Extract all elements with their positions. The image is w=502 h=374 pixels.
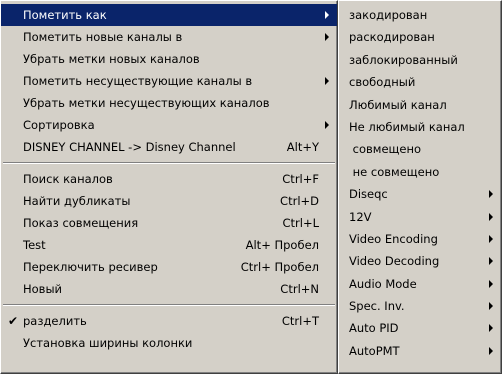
menu-item-label: Сортировка bbox=[23, 118, 95, 132]
submenu-item-label: Не любимый канал bbox=[349, 119, 465, 134]
menu-item-label: разделить bbox=[23, 314, 87, 328]
submenu-item-label: свободный bbox=[349, 75, 416, 90]
menu-item-label: Пометить новые каналы в bbox=[23, 30, 183, 44]
menu-item-label: Новый bbox=[23, 282, 63, 296]
menu-item-label: Test bbox=[23, 238, 46, 252]
menu-item-label: Найти дубликаты bbox=[23, 194, 131, 208]
submenu-item-label: раскодирован bbox=[349, 30, 435, 45]
submenu-item-6[interactable]: совмещено bbox=[339, 138, 501, 160]
submenu-item-13[interactable]: Spec. Inv. bbox=[339, 295, 501, 317]
menu-item-10[interactable]: Показ совмещения Ctrl+L bbox=[1, 212, 337, 234]
menu-item-4[interactable]: Убрать метки несуществующих каналов bbox=[1, 92, 337, 114]
menu-item-5[interactable]: Сортировка bbox=[1, 114, 337, 136]
menu-item-label: Пометить как bbox=[23, 8, 107, 22]
menu-item-16[interactable]: Установка ширины колонки bbox=[1, 332, 337, 354]
submenu-item-14[interactable]: Auto PID bbox=[339, 317, 501, 339]
submenu-arrow-icon bbox=[489, 346, 493, 355]
submenu-item-12[interactable]: Audio Mode bbox=[339, 273, 501, 295]
menu-item-label: Показ совмещения bbox=[23, 216, 139, 230]
submenu-arrow-icon bbox=[489, 257, 493, 266]
menu-item-label: Переключить ресивер bbox=[23, 260, 158, 274]
menu-item-shortcut: Ctrl+L bbox=[282, 216, 319, 230]
menu-item-shortcut: Alt+Y bbox=[286, 140, 319, 154]
submenu-item-7[interactable]: не совмещено bbox=[339, 161, 501, 183]
submenu-item-10[interactable]: Video Encoding bbox=[339, 228, 501, 250]
submenu-item-label: Diseqc bbox=[349, 187, 388, 202]
submenu-arrow-icon bbox=[489, 302, 493, 311]
submenu-item-label: Video Decoding bbox=[349, 254, 440, 269]
menu-item-15[interactable]: ✔ разделить Ctrl+T bbox=[1, 310, 337, 332]
submenu-item-3[interactable]: свободный bbox=[339, 71, 501, 93]
submenu-arrow-icon bbox=[489, 190, 493, 199]
submenu-item-label: закодирован bbox=[349, 8, 428, 22]
mark-as-submenu: закодирован раскодирован заблокированный св… bbox=[338, 0, 502, 374]
menu-item-shortcut: Ctrl+ Пробел bbox=[240, 260, 319, 274]
submenu-item-label: не совмещено bbox=[349, 164, 440, 179]
submenu-item-2[interactable]: заблокированный bbox=[339, 49, 501, 71]
menu-item-label: Убрать метки новых каналов bbox=[23, 52, 200, 66]
menu-item-13[interactable]: Новый Ctrl+N bbox=[1, 278, 337, 300]
submenu-item-5[interactable]: Не любимый канал bbox=[339, 116, 501, 138]
submenu-item-label: 12V bbox=[349, 209, 372, 224]
submenu-arrow-icon bbox=[325, 121, 329, 129]
menu-separator bbox=[3, 162, 335, 164]
submenu-item-15[interactable]: AutoPMT bbox=[339, 340, 501, 362]
submenu-arrow-icon bbox=[325, 11, 329, 19]
submenu-item-label: AutoPMT bbox=[349, 343, 400, 358]
menu-item-label: DISNEY CHANNEL -> Disney Channel bbox=[23, 140, 236, 154]
submenu-item-9[interactable]: 12V bbox=[339, 206, 501, 228]
submenu-arrow-icon bbox=[489, 234, 493, 243]
menu-item-shortcut: Ctrl+N bbox=[280, 282, 319, 296]
submenu-item-label: Любимый канал bbox=[349, 97, 447, 112]
submenu-arrow-icon bbox=[489, 279, 493, 288]
submenu-item-8[interactable]: Diseqc bbox=[339, 183, 501, 205]
submenu-arrow-icon bbox=[489, 324, 493, 333]
submenu-item-label: Auto PID bbox=[349, 321, 399, 336]
checkmark-icon: ✔ bbox=[7, 314, 19, 328]
submenu-arrow-icon bbox=[489, 212, 493, 221]
menu-separator bbox=[3, 304, 335, 306]
menu-item-9[interactable]: Найти дубликаты Ctrl+D bbox=[1, 190, 337, 212]
menu-item-label: Убрать метки несуществующих каналов bbox=[23, 96, 270, 110]
menu-item-0[interactable]: Пометить как bbox=[1, 4, 337, 26]
menu-item-shortcut: Ctrl+T bbox=[281, 314, 319, 328]
menu-item-11[interactable]: Test Alt+ Пробел bbox=[1, 234, 337, 256]
submenu-item-label: совмещено bbox=[349, 142, 422, 157]
menu-item-shortcut: Ctrl+D bbox=[280, 194, 319, 208]
submenu-item-label: Audio Mode bbox=[349, 276, 417, 291]
menu-item-3[interactable]: Пометить несуществующие каналы в bbox=[1, 70, 337, 92]
submenu-item-11[interactable]: Video Decoding bbox=[339, 250, 501, 272]
menu-item-label: Поиск каналов bbox=[23, 172, 113, 186]
menu-item-12[interactable]: Переключить ресивер Ctrl+ Пробел bbox=[1, 256, 337, 278]
submenu-item-label: Video Encoding bbox=[349, 231, 438, 246]
submenu-item-4[interactable]: Любимый канал bbox=[339, 94, 501, 116]
submenu-item-label: Spec. Inv. bbox=[349, 299, 405, 314]
menu-item-shortcut: Alt+ Пробел bbox=[245, 238, 319, 252]
submenu-arrow-icon bbox=[325, 77, 329, 85]
submenu-item-label: заблокированный bbox=[349, 52, 458, 67]
context-menu: Пометить как Пометить новые каналы в Убрат… bbox=[0, 0, 338, 374]
menu-item-8[interactable]: Поиск каналов Ctrl+F bbox=[1, 168, 337, 190]
submenu-item-1[interactable]: раскодирован bbox=[339, 26, 501, 48]
submenu-item-0[interactable]: закодирован bbox=[339, 4, 501, 26]
menu-item-label: Установка ширины колонки bbox=[23, 336, 193, 350]
menu-item-6[interactable]: DISNEY CHANNEL -> Disney Channel Alt+Y bbox=[1, 136, 337, 158]
menu-item-label: Пометить несуществующие каналы в bbox=[23, 74, 253, 88]
menu-item-shortcut: Ctrl+F bbox=[282, 172, 319, 186]
menu-item-1[interactable]: Пометить новые каналы в bbox=[1, 26, 337, 48]
submenu-arrow-icon bbox=[325, 33, 329, 41]
menu-item-2[interactable]: Убрать метки новых каналов bbox=[1, 48, 337, 70]
